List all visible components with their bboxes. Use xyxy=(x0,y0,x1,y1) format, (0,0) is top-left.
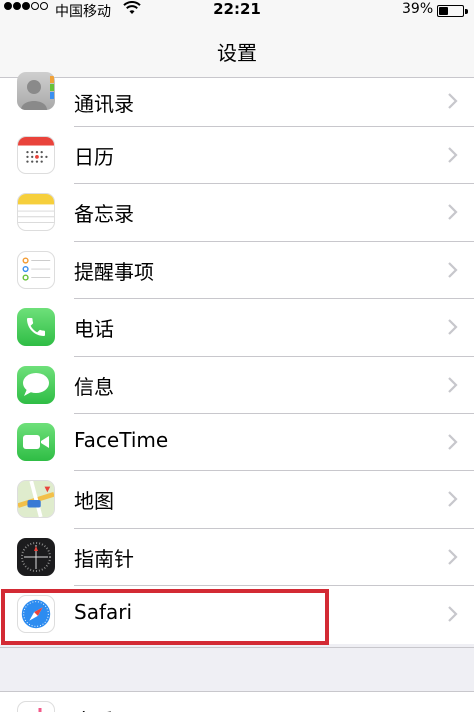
chevron-right-icon xyxy=(448,93,458,109)
settings-item-label: 地图 xyxy=(74,489,114,514)
settings-item-label: 指南针 xyxy=(74,546,134,571)
settings-item-label: 音乐 xyxy=(74,705,114,712)
settings-item-phone[interactable]: 电话 xyxy=(0,299,474,357)
compass-icon xyxy=(17,537,55,576)
status-bar: 中国移动 22:21 39% xyxy=(0,0,474,22)
settings-item-music[interactable]: 音乐 xyxy=(0,691,474,712)
chevron-right-icon xyxy=(448,434,458,450)
phone-icon xyxy=(17,308,55,347)
contacts-icon xyxy=(17,72,55,110)
calendar-icon xyxy=(17,136,55,174)
maps-icon xyxy=(17,480,55,519)
settings-item-reminders[interactable]: 提醒事项 xyxy=(0,241,474,300)
settings-item-notes[interactable]: 备忘录 xyxy=(0,184,474,242)
settings-item-label: FaceTime xyxy=(74,427,169,452)
battery-tip xyxy=(465,9,468,14)
chevron-right-icon xyxy=(448,204,458,221)
messages-icon xyxy=(17,365,55,404)
chevron-right-icon xyxy=(448,491,458,508)
settings-item-label: 通讯录 xyxy=(74,92,134,116)
chevron-right-icon xyxy=(448,147,458,163)
battery-percent: 39% xyxy=(402,1,434,17)
chevron-right-icon xyxy=(448,319,458,335)
settings-item-calendar[interactable]: 日历 xyxy=(0,127,474,185)
chevron-right-icon xyxy=(448,548,458,565)
chevron-right-icon xyxy=(448,262,458,278)
reminders-icon xyxy=(17,250,55,289)
settings-item-maps[interactable]: 地图 xyxy=(0,471,474,529)
highlight-box xyxy=(1,589,329,645)
page-title: 设置 xyxy=(217,41,257,65)
facetime-icon xyxy=(17,422,55,461)
settings-list: 通讯录 日历 备忘录 提醒事项 电话 信息 FaceTime 地图 指南针 Sa… xyxy=(0,72,474,644)
settings-item-facetime[interactable]: FaceTime xyxy=(0,413,474,472)
battery-icon xyxy=(437,5,464,17)
settings-item-label: 备忘录 xyxy=(74,202,134,227)
settings-item-label: 提醒事项 xyxy=(74,259,154,284)
settings-item-compass[interactable]: 指南针 xyxy=(0,528,474,587)
music-icon xyxy=(17,701,55,712)
section-gap xyxy=(0,647,474,691)
settings-item-label: 电话 xyxy=(74,317,114,342)
settings-item-contacts[interactable]: 通讯录 xyxy=(0,72,474,127)
notes-icon xyxy=(17,193,55,232)
settings-item-messages[interactable]: 信息 xyxy=(0,356,474,414)
chevron-right-icon xyxy=(448,606,458,622)
navigation-bar: 设置 xyxy=(0,22,474,78)
chevron-right-icon xyxy=(448,376,458,393)
settings-item-label: 信息 xyxy=(74,374,114,399)
settings-item-label: 日历 xyxy=(74,145,114,169)
